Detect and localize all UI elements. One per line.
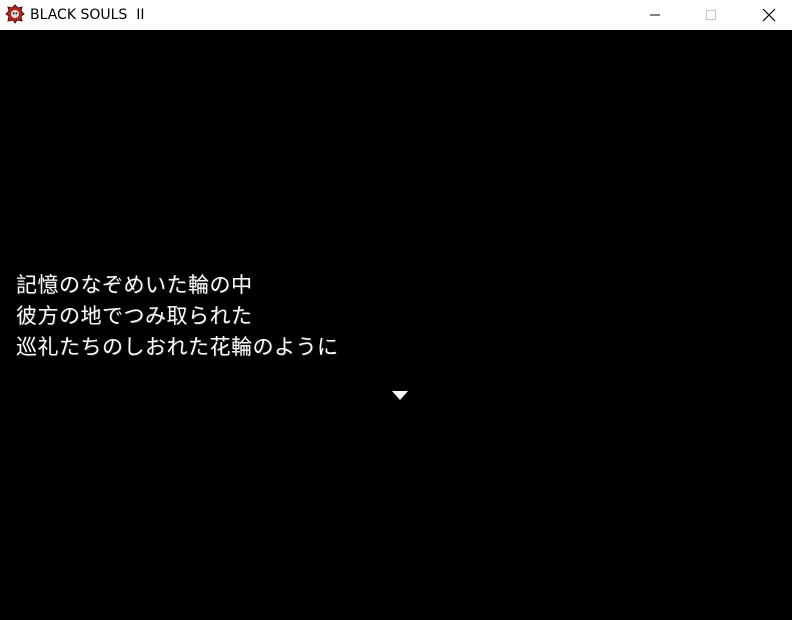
game-icon (5, 4, 25, 24)
game-screen[interactable]: 記憶のなぞめいた輪の中 彼方の地でつみ取られた 巡礼たちのしおれた花輪のように (0, 30, 792, 620)
dialogue-line: 彼方の地でつみ取られた (16, 304, 253, 328)
close-icon (762, 8, 776, 22)
down-triangle-icon[interactable] (391, 390, 409, 402)
dialogue-line: 巡礼たちのしおれた花輪のように (16, 335, 339, 359)
minimize-button[interactable] (626, 0, 684, 30)
window-title: BLACK SOULS II (30, 7, 145, 23)
dialogue-line: 記憶のなぞめいた輪の中 (16, 273, 253, 297)
close-button[interactable] (740, 0, 792, 30)
minimize-icon (650, 14, 660, 16)
game-window: BLACK SOULS II 記憶のなぞめいた輪の中 彼方の地でつみ取られた 巡… (0, 0, 792, 620)
dialogue-text: 記憶のなぞめいた輪の中 彼方の地でつみ取られた 巡礼たちのしおれた花輪のように (16, 270, 716, 363)
maximize-button[interactable] (682, 0, 740, 30)
maximize-icon (706, 10, 716, 20)
title-bar[interactable]: BLACK SOULS II (0, 0, 792, 30)
